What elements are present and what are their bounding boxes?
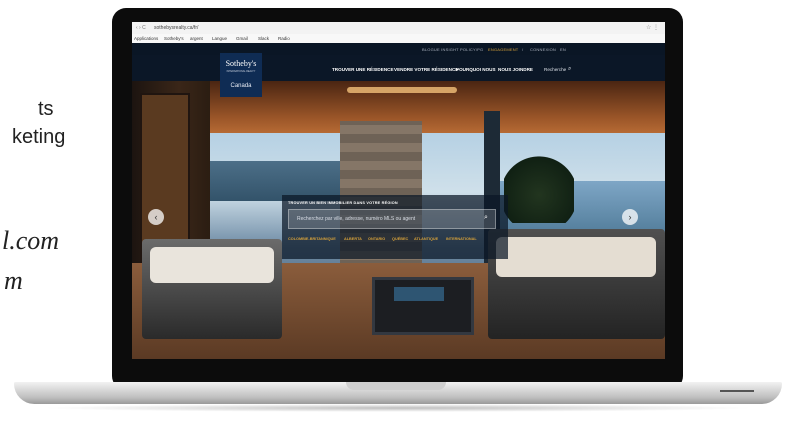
laptop-shadow bbox=[40, 404, 756, 412]
nav-item-contact[interactable]: NOUS JOINDRE bbox=[498, 67, 533, 72]
browser-actions-icon[interactable]: ☆ ⋮ bbox=[646, 24, 659, 31]
property-search-panel: TROUVER UN BIEN IMMOBILIER DANS VOTRE RÉ… bbox=[282, 195, 508, 259]
logo-name: Sotheby's bbox=[225, 59, 257, 68]
bookmark-item[interactable]: Gmail bbox=[236, 36, 248, 41]
property-search-input[interactable]: Recherchez par ville, adresse, numéro ML… bbox=[288, 209, 496, 229]
language-toggle[interactable]: EN bbox=[560, 47, 566, 52]
region-link[interactable]: INTERNATIONAL bbox=[446, 237, 477, 241]
nav-item-why[interactable]: POURQUOI NOUS bbox=[456, 67, 496, 72]
util-link[interactable]: POLICY/PG bbox=[460, 47, 483, 52]
bookmark-item[interactable]: Applications bbox=[134, 36, 158, 41]
site-logo[interactable]: Sotheby's INTERNATIONAL REALTY Canada bbox=[220, 53, 262, 97]
side-text-line-3: l.com bbox=[2, 226, 60, 255]
browser-nav-icons[interactable]: ‹ › C bbox=[136, 25, 146, 31]
hero-table bbox=[372, 277, 474, 335]
util-separator: / bbox=[522, 47, 524, 52]
laptop-slot bbox=[720, 390, 754, 392]
bookmark-item[interactable]: Sotheby's bbox=[164, 36, 184, 41]
browser-url[interactable]: sothebysrealty.ca/fr/ bbox=[154, 25, 198, 31]
nav-item-find[interactable]: TROUVER UNE RÉSIDENCE bbox=[332, 67, 394, 72]
hero-heater bbox=[347, 87, 457, 93]
search-placeholder: Recherchez par ville, adresse, numéro ML… bbox=[297, 216, 416, 222]
util-link[interactable]: CONNEXION bbox=[530, 47, 556, 52]
carousel-prev-button[interactable]: ‹ bbox=[148, 209, 164, 225]
side-text-line-4: m bbox=[4, 266, 23, 295]
util-link[interactable]: BLOGUE INSIGHT bbox=[422, 47, 459, 52]
nav-search-link[interactable]: Recherche bbox=[544, 67, 566, 72]
util-link-active[interactable]: ENGAGEMENT bbox=[488, 47, 518, 52]
laptop-screen: ‹ › C sothebysrealty.ca/fr/ ☆ ⋮ Applicat… bbox=[132, 22, 665, 359]
website: BLOGUE INSIGHT POLICY/PG ENGAGEMENT / CO… bbox=[132, 43, 665, 359]
region-link[interactable]: QUÉBEC bbox=[392, 237, 408, 241]
logo-country: Canada bbox=[230, 83, 252, 89]
nav-item-sell[interactable]: VENDRE VOTRE RÉSIDENCE bbox=[394, 67, 458, 72]
region-link[interactable]: ALBERTA bbox=[344, 237, 362, 241]
bookmark-item[interactable]: Slack bbox=[258, 36, 269, 41]
bookmark-item[interactable]: Langue bbox=[212, 36, 227, 41]
bookmark-item[interactable]: Radio bbox=[278, 36, 290, 41]
carousel-next-button[interactable]: › bbox=[622, 209, 638, 225]
hero-trees bbox=[504, 153, 574, 223]
laptop-notch bbox=[346, 382, 446, 390]
hero-image: ‹ › TROUVER UN BIEN IMMOBILIER DANS VOTR… bbox=[132, 81, 665, 359]
search-icon[interactable]: ⌕ bbox=[484, 214, 488, 222]
main-nav: TROUVER UNE RÉSIDENCE VENDRE VOTRE RÉSID… bbox=[132, 55, 665, 81]
utility-bar: BLOGUE INSIGHT POLICY/PG ENGAGEMENT / CO… bbox=[132, 43, 665, 55]
hero-sofa-right bbox=[488, 229, 665, 339]
search-icon[interactable]: ⌕ bbox=[568, 66, 571, 73]
hero-sofa-left bbox=[142, 239, 282, 339]
side-text-line-2: keting bbox=[12, 126, 66, 148]
side-text-line-1: ts bbox=[38, 98, 54, 120]
region-link[interactable]: ATLANTIQUE bbox=[414, 237, 438, 241]
logo-sub: INTERNATIONAL REALTY bbox=[226, 70, 256, 73]
region-link[interactable]: ONTARIO bbox=[368, 237, 385, 241]
search-panel-title: TROUVER UN BIEN IMMOBILIER DANS VOTRE RÉ… bbox=[288, 201, 398, 205]
region-link[interactable]: COLOMBIE-BRITANNIQUE bbox=[288, 237, 336, 241]
hero-table-glass bbox=[394, 287, 444, 301]
bookmark-item[interactable]: argent bbox=[190, 36, 203, 41]
